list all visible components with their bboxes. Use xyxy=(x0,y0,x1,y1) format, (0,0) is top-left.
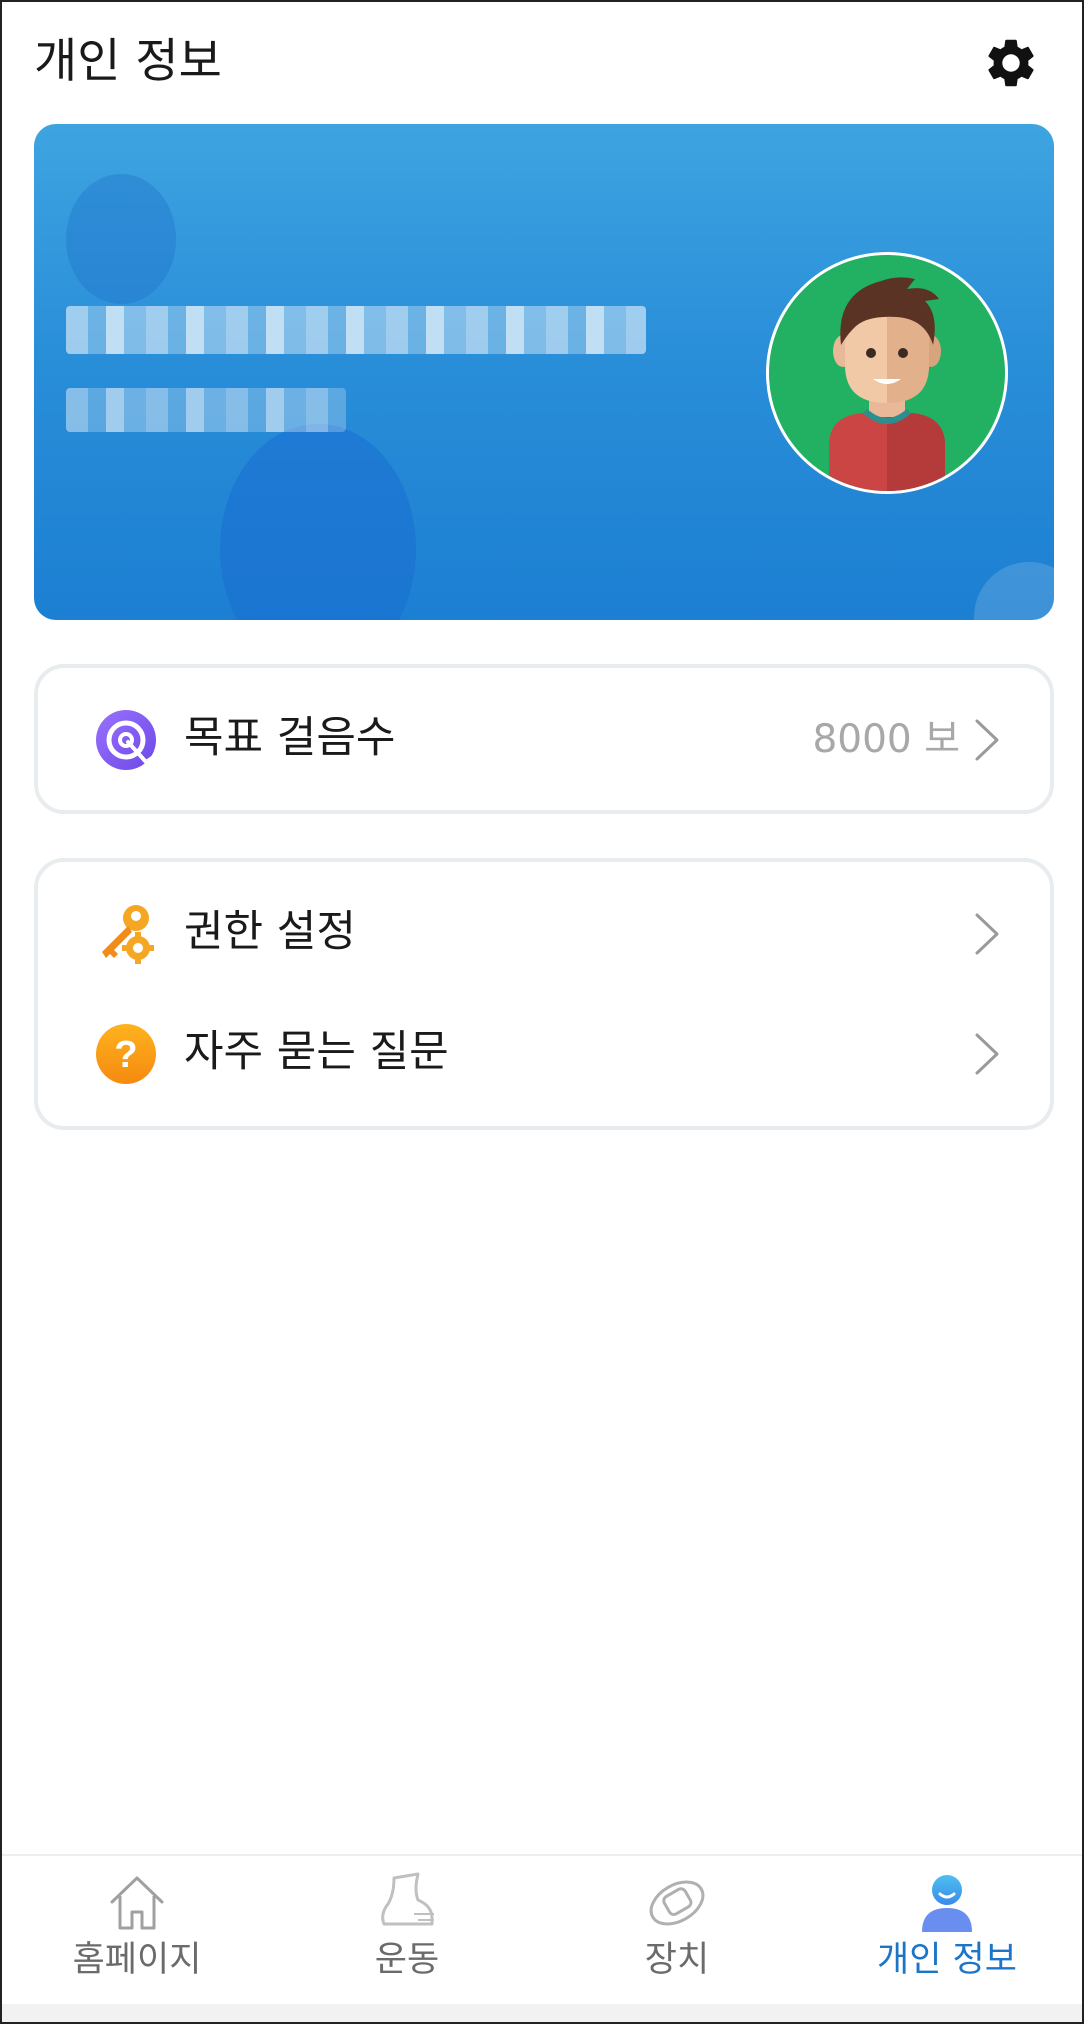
nav-item-device[interactable]: 장치 xyxy=(542,1856,812,2006)
bottom-nav: 홈페이지 운동 장치 개인 정보 xyxy=(2,1854,1082,2006)
nav-label-device: 장치 xyxy=(644,1940,710,1980)
obscured-user-info xyxy=(66,388,346,432)
menu-item-label: 자주 묻는 질문 xyxy=(184,1027,449,1077)
profile-card[interactable] xyxy=(34,124,1054,620)
avatar[interactable] xyxy=(766,252,1008,494)
settings-menu-card: 권한 설정 ? 자주 묻는 질문 xyxy=(34,858,1054,1130)
goal-steps-label: 목표 걸음수 xyxy=(184,713,396,763)
key-gear-icon xyxy=(102,905,154,964)
profile-icon xyxy=(922,1875,972,1932)
header: 개인 정보 xyxy=(2,2,1082,122)
nav-item-profile[interactable]: 개인 정보 xyxy=(812,1856,1082,2006)
shoe-icon xyxy=(381,1872,434,1926)
chevron-right-icon xyxy=(975,719,999,761)
system-bar xyxy=(2,2004,1082,2022)
nav-label-profile: 개인 정보 xyxy=(877,1940,1017,1980)
obscured-username xyxy=(66,306,646,354)
chevron-right-icon xyxy=(975,913,999,955)
goal-steps-card: 목표 걸음수 8000 보 xyxy=(34,664,1054,814)
target-icon xyxy=(96,710,156,770)
menu-item-faq[interactable]: ? 자주 묻는 질문 xyxy=(38,996,1050,1106)
nav-label-exercise: 운동 xyxy=(374,1940,440,1980)
page-title: 개인 정보 xyxy=(34,34,222,89)
svg-text:?: ? xyxy=(114,1034,137,1076)
chevron-right-icon xyxy=(975,1033,999,1075)
band-icon xyxy=(649,1880,705,1926)
nav-item-home[interactable]: 홈페이지 xyxy=(2,1856,272,2006)
user-avatar-icon xyxy=(829,277,945,491)
app-screen: 개인 정보 목표 걸음수 8000 보 권한 설정 ? 자주 묻는 질문 홈페이… xyxy=(0,0,1084,2024)
gear-icon xyxy=(988,39,1034,87)
goal-steps-row[interactable]: 목표 걸음수 8000 보 xyxy=(38,682,1050,792)
goal-steps-value: 8000 보 xyxy=(812,717,960,762)
decoration-circle xyxy=(66,174,176,304)
decoration-circle xyxy=(974,562,1054,620)
decoration-circle xyxy=(220,424,416,620)
nav-item-exercise[interactable]: 운동 xyxy=(272,1856,542,2006)
settings-button[interactable] xyxy=(982,34,1040,92)
nav-label-home: 홈페이지 xyxy=(72,1940,202,1980)
menu-item-label: 권한 설정 xyxy=(184,907,356,957)
home-icon xyxy=(110,1876,164,1930)
question-icon: ? xyxy=(96,1024,156,1084)
menu-item-permissions[interactable]: 권한 설정 xyxy=(38,876,1050,986)
